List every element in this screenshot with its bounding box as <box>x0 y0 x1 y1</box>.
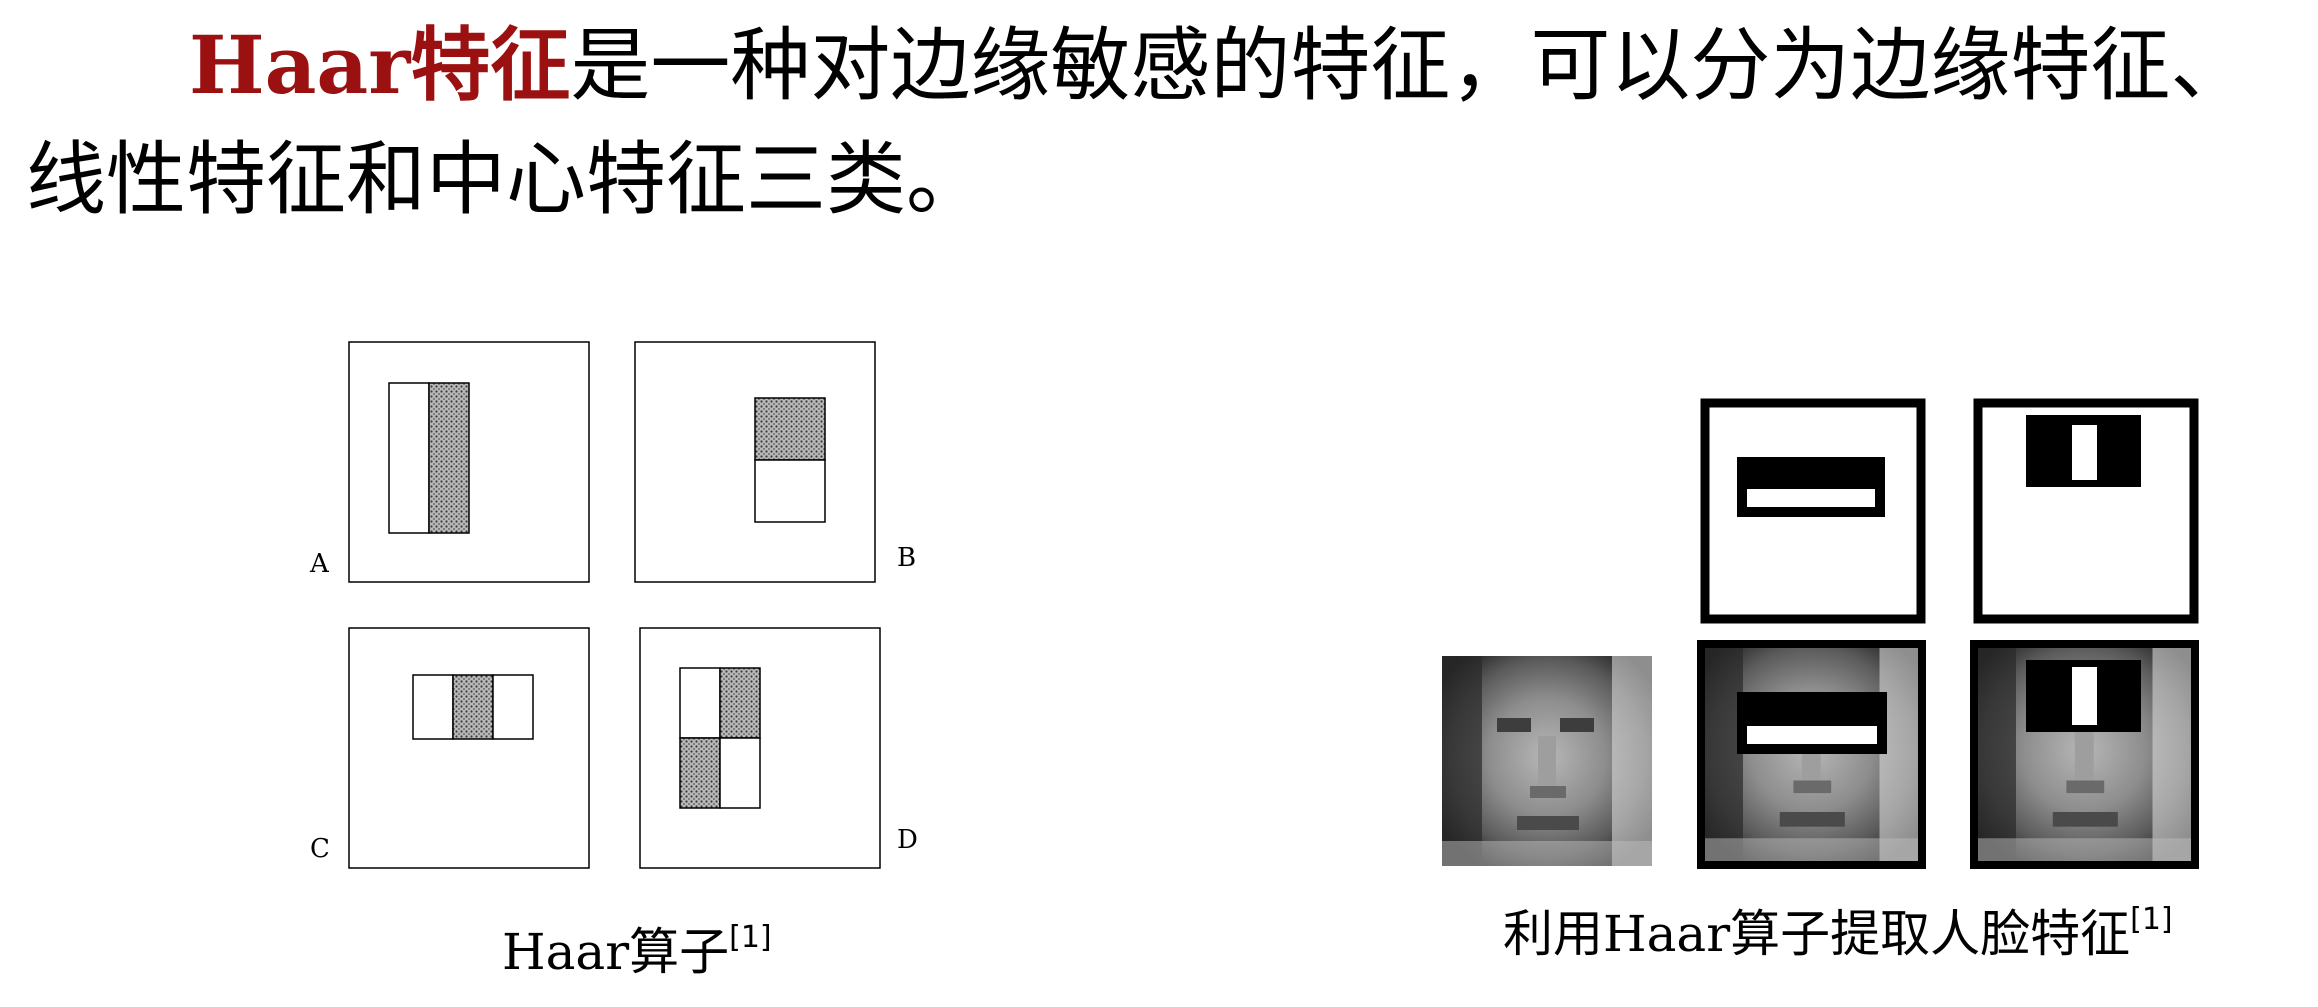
left-figure-caption: Haar算子[1] <box>502 908 772 982</box>
panel-label-c: C <box>310 834 330 864</box>
panel-d: D <box>639 627 918 869</box>
edge-feature-template <box>1700 398 1926 624</box>
haar-operators-figure: A B C D <box>309 341 918 869</box>
panel-a: A <box>309 341 590 583</box>
face-feature-figure <box>1442 398 2199 869</box>
panel-label-d: D <box>897 825 918 855</box>
face-with-line-feature <box>1970 640 2199 869</box>
right-figure-caption: 利用Haar算子提取人脸特征[1] <box>1503 890 2173 964</box>
intro-paragraph: Haar特征是一种对边缘敏感的特征，可以分为边缘特征、线性特征和中心特征三类。 <box>26 8 2296 237</box>
line-feature-template <box>1973 398 2199 624</box>
right-caption-ref: [1] <box>2130 902 2173 937</box>
intro-highlight: Haar特征 <box>189 18 571 112</box>
right-caption-text: 利用Haar算子提取人脸特征 <box>1503 905 2131 963</box>
left-caption-text: Haar算子 <box>502 923 730 981</box>
panel-b: B <box>634 341 916 583</box>
panel-label-b: B <box>897 543 916 573</box>
face-image <box>1442 656 1652 866</box>
panel-c: C <box>310 627 590 869</box>
panel-label-a: A <box>309 549 330 579</box>
left-caption-ref: [1] <box>729 920 772 955</box>
face-with-edge-feature <box>1697 640 1926 869</box>
